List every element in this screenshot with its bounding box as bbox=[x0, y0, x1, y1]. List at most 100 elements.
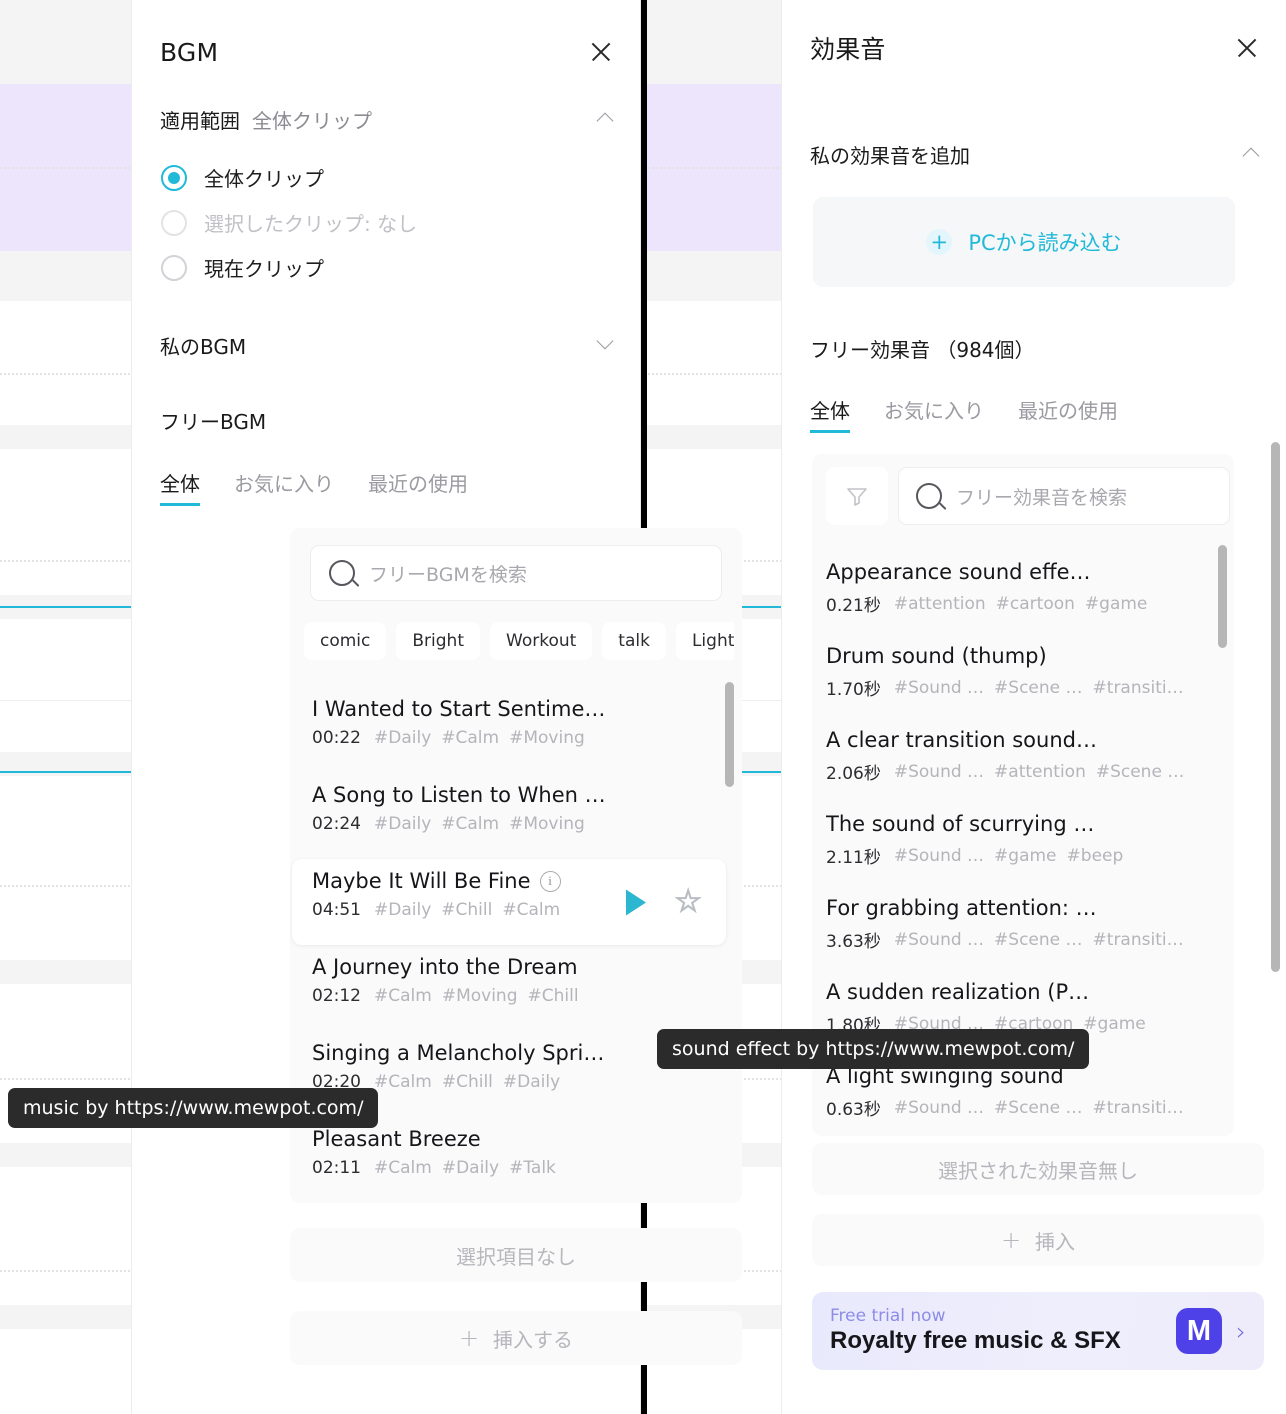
bgm-list-scrollbar[interactable] bbox=[725, 682, 734, 787]
play-icon[interactable] bbox=[626, 889, 647, 915]
tag: #game bbox=[1084, 593, 1148, 614]
tab-all[interactable]: 全体 bbox=[160, 468, 200, 506]
track-duration: 02:12 bbox=[312, 986, 361, 1006]
tag: #attention bbox=[994, 761, 1086, 782]
my-bgm-section-header[interactable]: 私のBGM bbox=[160, 329, 616, 361]
filter-icon[interactable] bbox=[826, 467, 888, 525]
chip-comic[interactable]: comic bbox=[304, 622, 387, 660]
promo-title: Royalty free music & SFX bbox=[830, 1327, 1121, 1355]
track-row[interactable]: Pleasant Breeze 02:11 #Calm #Daily #Talk bbox=[312, 1117, 722, 1203]
chip-light[interactable]: Light bbox=[675, 622, 734, 660]
track-tags: #Calm #Chill #Daily bbox=[374, 1072, 560, 1092]
track-row[interactable]: A Song to Listen to When … 02:24 #Daily … bbox=[312, 773, 722, 859]
tag: #Daily bbox=[441, 1158, 500, 1178]
free-bgm-label: フリーBGM bbox=[160, 410, 267, 434]
track-duration: 00:22 bbox=[312, 728, 361, 748]
sfx-panel: 効果音 私の効果音を追加 + PCから読み込む フリー効果音 （984個） 全体… bbox=[781, 0, 1286, 1414]
chip-bright[interactable]: Bright bbox=[396, 622, 480, 660]
list-item[interactable]: For grabbing attention: … 3.63秒 #Sound …… bbox=[826, 886, 1220, 970]
import-from-pc-button[interactable]: + PCから読み込む bbox=[813, 197, 1235, 287]
track-row[interactable]: Maybe It Will Be Fine i 04:51 #Daily #Ch… bbox=[292, 859, 726, 945]
chevron-up-icon[interactable] bbox=[1240, 143, 1262, 165]
list-item[interactable]: Drum sound (thump) 1.70秒 #Sound … #Scene… bbox=[826, 634, 1220, 718]
close-icon[interactable] bbox=[586, 37, 616, 67]
page-scrollbar[interactable] bbox=[1271, 442, 1280, 972]
free-sfx-label: フリー効果音 （984個） bbox=[810, 338, 1035, 362]
list-item[interactable]: Appearance sound effe… 0.21秒 #attention … bbox=[826, 550, 1220, 634]
chevron-right-icon[interactable]: › bbox=[1236, 1317, 1246, 1346]
track-title: Pleasant Breeze bbox=[312, 1127, 481, 1151]
bgm-search-input[interactable]: フリーBGMを検索 bbox=[310, 545, 722, 601]
chevron-down-icon[interactable] bbox=[594, 334, 616, 356]
tab-recent[interactable]: 最近の使用 bbox=[368, 468, 468, 506]
radio-option-selected-clip[interactable]: 選択したクリップ: なし bbox=[161, 200, 417, 245]
tab-all[interactable]: 全体 bbox=[810, 395, 850, 433]
list-item[interactable]: The sound of scurrying … 2.11秒 #Sound … … bbox=[826, 802, 1220, 886]
chip-talk[interactable]: talk bbox=[602, 622, 666, 660]
sfx-search-row: フリー効果音を検索 bbox=[826, 467, 1230, 525]
radio-option-current-clip[interactable]: 現在クリップ bbox=[161, 245, 417, 290]
sfx-no-selection-button[interactable]: 選択された効果音無し bbox=[812, 1143, 1264, 1195]
tag: #Scene … bbox=[994, 1097, 1083, 1118]
radio-label: 選択したクリップ: なし bbox=[204, 212, 418, 236]
sfx-duration: 3.63秒 bbox=[826, 932, 881, 952]
add-my-sfx-label: 私の効果音を追加 bbox=[810, 143, 970, 168]
tag: #Calm bbox=[374, 986, 432, 1006]
sfx-title: For grabbing attention: … bbox=[826, 896, 1097, 920]
list-item[interactable]: A clear transition sound… 2.06秒 #Sound …… bbox=[826, 718, 1220, 802]
info-icon[interactable]: i bbox=[539, 870, 561, 892]
sfx-insert-label: 挿入 bbox=[1035, 1229, 1076, 1254]
tag: #transiti… bbox=[1092, 677, 1184, 698]
sfx-tags: #attention #cartoon #game bbox=[894, 594, 1148, 614]
track-duration: 02:11 bbox=[312, 1158, 361, 1178]
tag: #Moving bbox=[509, 814, 585, 834]
bgm-insert-button[interactable]: + 挿入する bbox=[290, 1311, 742, 1365]
tag: #Daily bbox=[374, 728, 432, 748]
sfx-insert-button[interactable]: + 挿入 bbox=[812, 1214, 1264, 1266]
sfx-list-scrollbar[interactable] bbox=[1218, 545, 1227, 648]
tag: #attention bbox=[893, 593, 986, 614]
tag: #Sound … bbox=[893, 845, 985, 866]
my-bgm-label: 私のBGM bbox=[160, 334, 247, 359]
sfx-title: A clear transition sound… bbox=[826, 728, 1097, 752]
tab-favorites[interactable]: お気に入り bbox=[884, 395, 984, 433]
radio-indicator[interactable] bbox=[161, 254, 187, 281]
promo-banner[interactable]: Free trial now Royalty free music & SFX … bbox=[812, 1292, 1264, 1370]
plus-icon: + bbox=[458, 1324, 480, 1352]
free-sfx-tabs: 全体 お気に入り 最近の使用 bbox=[810, 395, 1118, 433]
sfx-duration: 2.06秒 bbox=[826, 764, 881, 784]
tab-recent[interactable]: 最近の使用 bbox=[1018, 395, 1118, 433]
tab-favorites[interactable]: お気に入り bbox=[234, 468, 334, 506]
sfx-tags: #Sound … #Scene … #transiti… bbox=[894, 678, 1184, 698]
tag: #Sound … bbox=[893, 677, 985, 698]
radio-indicator[interactable] bbox=[161, 209, 187, 236]
bgm-attribution-tooltip: music by https://www.mewpot.com/ bbox=[8, 1088, 379, 1128]
sfx-attribution-tooltip: sound effect by https://www.mewpot.com/ bbox=[657, 1029, 1090, 1069]
tag: #Scene … bbox=[994, 929, 1083, 950]
sfx-title: A sudden realization (P… bbox=[826, 980, 1090, 1004]
radio-option-all-clips[interactable]: 全体クリップ bbox=[161, 155, 417, 200]
promo-subtitle: Free trial now bbox=[830, 1305, 946, 1326]
sfx-search-placeholder: フリー効果音を検索 bbox=[956, 486, 1128, 509]
close-icon[interactable] bbox=[1232, 33, 1262, 63]
star-outline-icon[interactable]: ☆ bbox=[674, 885, 703, 917]
tag: #Calm bbox=[374, 1072, 432, 1092]
scope-section-header[interactable]: 適用範囲 全体クリップ bbox=[160, 103, 616, 135]
track-tags: #Daily #Calm #Moving bbox=[374, 814, 585, 834]
scope-value: 全体クリップ bbox=[252, 108, 372, 133]
tag: #Calm bbox=[502, 900, 561, 920]
tag: #Scene … bbox=[994, 677, 1083, 698]
chip-workout[interactable]: Workout bbox=[490, 622, 593, 660]
tag: #game bbox=[994, 845, 1057, 866]
tag: #transiti… bbox=[1092, 929, 1184, 950]
chevron-up-icon[interactable] bbox=[594, 108, 616, 130]
sfx-search-input[interactable]: フリー効果音を検索 bbox=[898, 467, 1230, 525]
bgm-no-selection-button[interactable]: 選択項目なし bbox=[290, 1228, 742, 1282]
add-my-sfx-header[interactable]: 私の効果音を追加 bbox=[810, 138, 1262, 170]
bgm-search-placeholder: フリーBGMを検索 bbox=[369, 563, 527, 586]
track-row[interactable]: I Wanted to Start Sentime… 00:22 #Daily … bbox=[312, 687, 722, 773]
track-title-text: Maybe It Will Be Fine bbox=[312, 869, 531, 893]
tag: #Talk bbox=[509, 1158, 556, 1178]
radio-indicator[interactable] bbox=[161, 164, 187, 191]
track-row[interactable]: A Journey into the Dream 02:12 #Calm #Mo… bbox=[312, 945, 722, 1031]
